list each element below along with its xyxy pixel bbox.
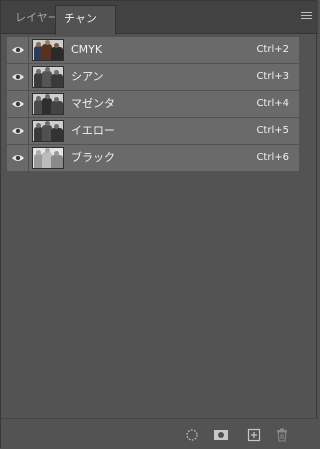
tab-channels[interactable]: チャンネル <box>55 5 116 50</box>
eye-icon <box>12 128 24 134</box>
panel-footer <box>1 418 318 449</box>
visibility-toggle[interactable] <box>7 37 29 63</box>
channel-thumbnail <box>32 120 64 142</box>
panel-menu-icon[interactable] <box>301 12 312 21</box>
scrollbar-track[interactable] <box>299 37 311 417</box>
load-selection-icon[interactable] <box>185 427 199 441</box>
save-selection-icon[interactable] <box>213 427 229 441</box>
channel-row-cmyk[interactable]: CMYK Ctrl+2 <box>7 37 299 64</box>
channel-shortcut: Ctrl+6 <box>256 152 289 163</box>
channel-name: CMYK <box>71 43 103 56</box>
channel-thumbnail <box>32 66 64 88</box>
eye-icon <box>12 74 24 80</box>
visibility-toggle[interactable] <box>7 145 29 171</box>
panel-tab-bar: レイヤー チャンネル <box>1 1 318 50</box>
eye-icon <box>12 155 24 161</box>
channel-thumbnail <box>32 147 64 169</box>
channel-list: CMYK Ctrl+2 シアン Ctrl+3 マゼンタ Ctrl+4 イエロー … <box>7 37 299 172</box>
delete-channel-icon[interactable] <box>275 427 289 442</box>
visibility-toggle[interactable] <box>7 64 29 90</box>
channel-name: マゼンタ <box>71 97 115 110</box>
channel-shortcut: Ctrl+4 <box>256 98 289 109</box>
eye-icon <box>12 47 24 53</box>
channel-name: イエロー <box>71 124 115 137</box>
channels-panel: レイヤー チャンネル CMYK Ctrl+2 <box>0 0 318 449</box>
channel-thumbnail <box>32 39 64 61</box>
channel-shortcut: Ctrl+2 <box>256 44 289 55</box>
visibility-toggle[interactable] <box>7 91 29 117</box>
channel-row-cyan[interactable]: シアン Ctrl+3 <box>7 64 299 91</box>
channel-row-magenta[interactable]: マゼンタ Ctrl+4 <box>7 91 299 118</box>
eye-icon <box>12 101 24 107</box>
channel-shortcut: Ctrl+3 <box>256 71 289 82</box>
channel-name: シアン <box>71 70 104 83</box>
channel-name: ブラック <box>71 151 115 164</box>
channel-shortcut: Ctrl+5 <box>256 125 289 136</box>
new-channel-icon[interactable] <box>247 427 261 442</box>
channel-row-yellow[interactable]: イエロー Ctrl+5 <box>7 118 299 145</box>
channel-row-black[interactable]: ブラック Ctrl+6 <box>7 145 299 172</box>
channel-thumbnail <box>32 93 64 115</box>
visibility-toggle[interactable] <box>7 118 29 144</box>
